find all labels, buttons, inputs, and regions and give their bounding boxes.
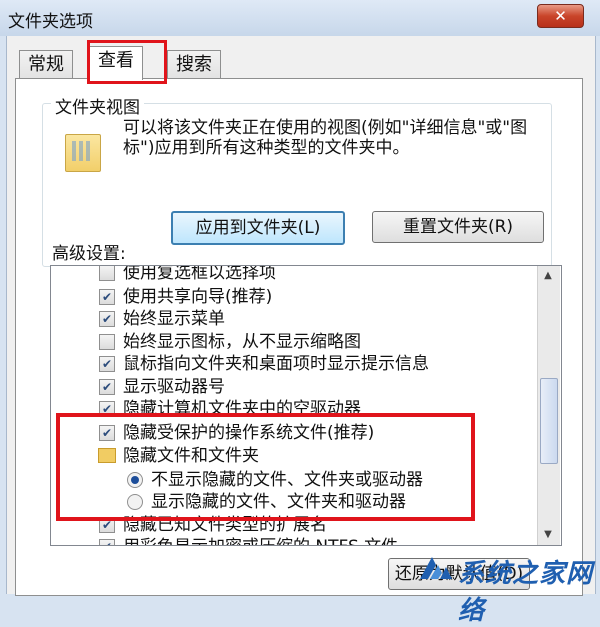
watermark-logo-icon [420, 557, 452, 579]
view-tab-highlight [87, 40, 167, 84]
watermark-text: 系统之家网络 [458, 559, 594, 626]
apply-to-folders-button[interactable]: 应用到文件夹(L) [171, 211, 345, 245]
checkbox-checked[interactable]: ✔ [99, 379, 115, 395]
scroll-thumb[interactable] [540, 378, 558, 464]
scroll-up-icon[interactable]: ▲ [540, 268, 556, 284]
checkbox-checked[interactable]: ✔ [99, 356, 115, 372]
folder-views-title: 文件夹视图 [51, 93, 144, 118]
checkbox-checked[interactable]: ✔ [99, 311, 115, 327]
list-item-label: 鼠标指向文件夹和桌面项时显示提示信息 [123, 354, 429, 374]
close-button[interactable]: ✕ [537, 4, 584, 28]
list-item-label: 始终显示图标，从不显示缩略图 [123, 332, 361, 352]
list-item-label: 显示驱动器号 [123, 377, 225, 397]
list-item-label: 用彩色显示加密或压缩的 NTFS 文件 [123, 536, 398, 545]
checkbox-unchecked[interactable] [99, 266, 115, 281]
window-title: 文件夹选项 [8, 12, 93, 32]
tab-search[interactable]: 搜索 [167, 50, 221, 79]
tab-general[interactable]: 常规 [19, 50, 73, 79]
title-bar: 文件夹选项 ✕ [0, 0, 600, 36]
hidden-files-highlight [56, 413, 475, 521]
list-item-label: 使用复选框以选择项 [123, 265, 276, 283]
folder-views-description: 可以将该文件夹正在使用的视图(例如"详细信息"或"图标")应用到所有这种类型的文… [123, 118, 528, 158]
scrollbar[interactable]: ▲ ▼ [537, 266, 560, 545]
reset-folders-button[interactable]: 重置文件夹(R) [372, 211, 544, 243]
advanced-settings-label: 高级设置: [52, 244, 126, 264]
list-item-label: 使用共享向导(推荐) [123, 287, 273, 307]
folder-view-icon [65, 134, 101, 172]
checkbox-checked[interactable]: ✔ [99, 289, 115, 305]
scroll-down-icon[interactable]: ▼ [540, 527, 556, 543]
list-item-label: 始终显示菜单 [123, 309, 225, 329]
checkbox-unchecked[interactable] [99, 334, 115, 350]
watermark: 系统之家网络 [418, 545, 598, 626]
checkbox-checked[interactable]: ✔ [99, 539, 115, 545]
